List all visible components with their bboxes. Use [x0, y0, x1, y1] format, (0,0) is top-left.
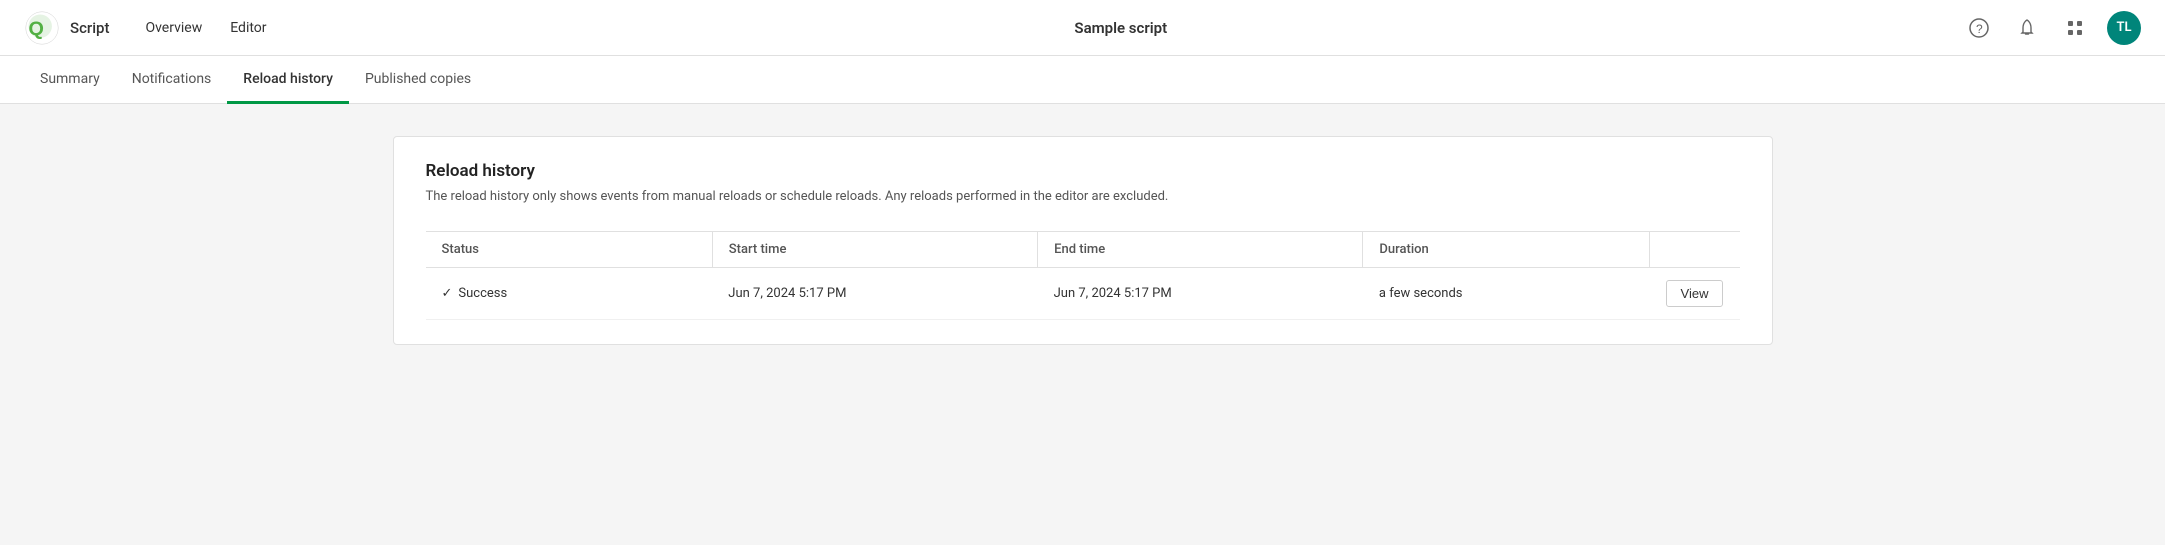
apps-grid-button[interactable]: [2059, 12, 2091, 44]
col-header-action: [1650, 231, 1740, 267]
svg-text:?: ?: [1976, 22, 1983, 36]
row-action: View: [1650, 267, 1740, 319]
tab-notifications[interactable]: Notifications: [116, 56, 228, 104]
col-header-end-time: End time: [1038, 231, 1363, 267]
status-label: Success: [458, 286, 507, 301]
help-button[interactable]: ?: [1963, 12, 1995, 44]
row-status: ✓ Success: [426, 267, 713, 319]
qlik-logo-icon: Q: [24, 10, 60, 46]
history-table: Status Start time End time Duration ✓ Su…: [426, 231, 1740, 320]
bell-icon: [2017, 18, 2037, 38]
tabs-bar: Summary Notifications Reload history Pub…: [0, 56, 2165, 104]
col-header-status: Status: [426, 231, 713, 267]
table-header-row: Status Start time End time Duration: [426, 231, 1740, 267]
view-button[interactable]: View: [1666, 280, 1724, 307]
tab-published-copies[interactable]: Published copies: [349, 56, 487, 104]
check-icon: ✓: [442, 286, 453, 301]
nav-links: Overview Editor: [133, 0, 278, 56]
description-text: The reload history only shows events fro…: [426, 189, 1169, 204]
row-start-time: Jun 7, 2024 5:17 PM: [712, 267, 1037, 319]
status-success: ✓ Success: [442, 286, 697, 301]
col-header-duration: Duration: [1363, 231, 1650, 267]
card-description: The reload history only shows events fro…: [426, 187, 1740, 207]
row-duration: a few seconds: [1363, 267, 1650, 319]
navbar: Q Script Overview Editor Sample script ?: [0, 0, 2165, 56]
user-avatar[interactable]: TL: [2107, 11, 2141, 45]
brand: Q Script: [24, 10, 109, 46]
reload-history-card: Reload history The reload history only s…: [393, 136, 1773, 345]
nav-overview-link[interactable]: Overview: [133, 0, 214, 56]
notifications-button[interactable]: [2011, 12, 2043, 44]
main-content: Reload history The reload history only s…: [0, 104, 2165, 377]
svg-text:Q: Q: [29, 18, 44, 40]
tab-summary[interactable]: Summary: [24, 56, 116, 104]
table-row: ✓ Success Jun 7, 2024 5:17 PM Jun 7, 202…: [426, 267, 1740, 319]
page-title: Sample script: [303, 19, 1939, 37]
grid-icon: [2065, 18, 2085, 38]
nav-editor-link[interactable]: Editor: [218, 0, 278, 56]
navbar-actions: ? TL: [1963, 11, 2141, 45]
card-title: Reload history: [426, 161, 1740, 181]
row-end-time: Jun 7, 2024 5:17 PM: [1038, 267, 1363, 319]
help-icon: ?: [1969, 18, 1989, 38]
col-header-start-time: Start time: [712, 231, 1037, 267]
app-type-label: Script: [70, 19, 109, 37]
tab-reload-history[interactable]: Reload history: [227, 56, 349, 104]
